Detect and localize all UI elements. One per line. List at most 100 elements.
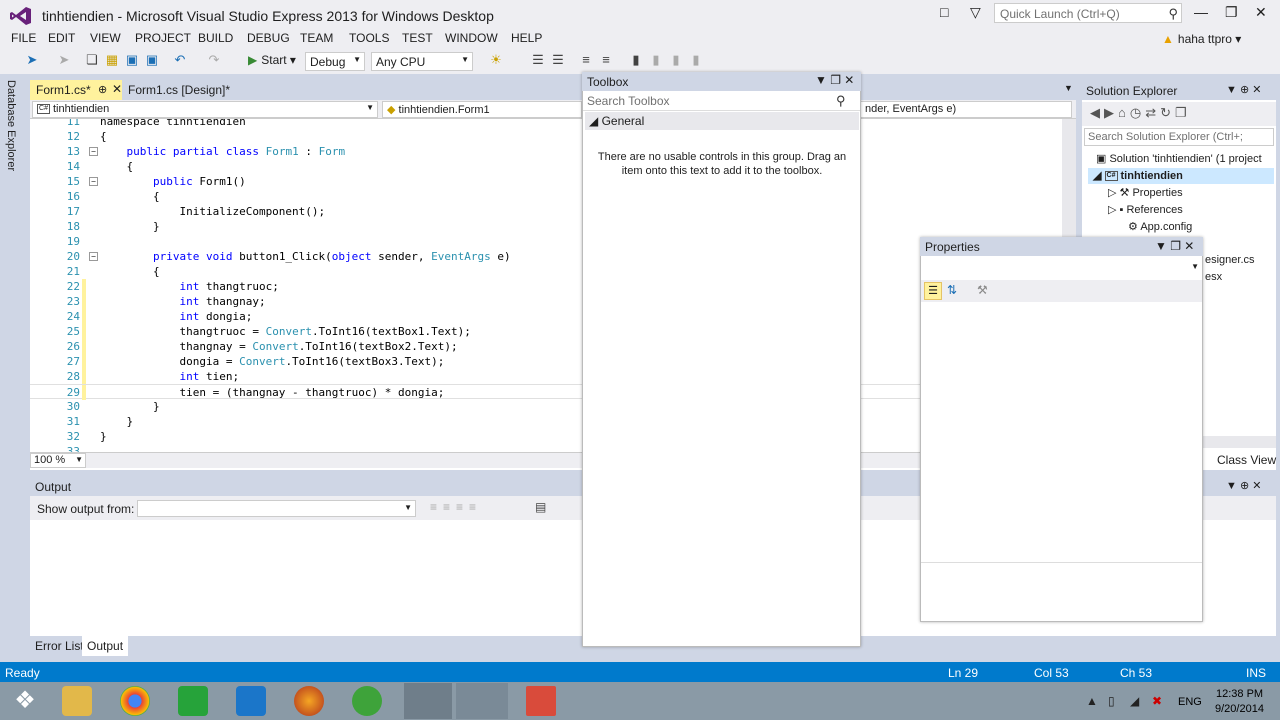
menu-test[interactable]: TEST [402, 31, 433, 45]
tab-class-view[interactable]: Class View [1217, 453, 1276, 467]
solution-explorer-controls[interactable]: ▼ ⊕ ✕ [1226, 83, 1261, 96]
app-icon[interactable] [352, 686, 382, 716]
tab-overflow-icon[interactable]: ▼ [1064, 83, 1073, 93]
tab-form1-cs[interactable]: Form1.cs* ⊕ ✕ [30, 80, 122, 100]
prev-bookmark-icon[interactable]: ▮ [648, 52, 664, 68]
undo-icon[interactable]: ↶ [172, 52, 188, 68]
windows-start-icon[interactable]: ❖ [10, 686, 40, 716]
menu-edit[interactable]: EDIT [48, 31, 75, 45]
project-nav-select[interactable]: C# tinhtiendien ▼ [32, 101, 378, 118]
clock-time[interactable]: 12:38 PM [1216, 688, 1263, 700]
menu-debug[interactable]: DEBUG [247, 31, 290, 45]
file-explorer-icon[interactable] [62, 686, 92, 716]
tree-item-references[interactable]: ▷ ▪ References [1108, 203, 1183, 216]
unikey-icon[interactable] [526, 686, 556, 716]
obs-icon[interactable] [404, 683, 452, 719]
firefox-icon[interactable] [294, 686, 324, 716]
tray-expand-icon[interactable]: ▲ [1086, 694, 1098, 708]
word-wrap-icon[interactable]: ▤ [535, 500, 546, 514]
platform-select[interactable]: Any CPU ▼ [371, 52, 473, 71]
database-explorer-tab[interactable]: Database Explorer [5, 80, 17, 171]
notification-icon[interactable]: □ [940, 4, 948, 20]
menu-team[interactable]: TEAM [300, 31, 333, 45]
comment-icon[interactable]: ☰ [530, 52, 546, 68]
tab-output[interactable]: Output [82, 636, 129, 656]
redo-icon[interactable]: ↷ [206, 52, 222, 68]
feedback-filter-icon[interactable]: ▽ [970, 4, 981, 21]
properties-object-select[interactable]: ▼ [921, 257, 1202, 278]
chrome-icon[interactable] [120, 686, 150, 716]
next-bookmark-icon[interactable]: ▮ [668, 52, 684, 68]
save-all-icon[interactable]: ▣ [144, 52, 160, 68]
start-debugging-button[interactable]: ▶ Start ▾ [248, 53, 296, 67]
network-icon[interactable]: ◢ [1130, 694, 1139, 708]
solution-explorer-title: Solution Explorer [1086, 84, 1178, 98]
zoom-select[interactable]: 100 % ▼ [30, 453, 86, 468]
language-indicator[interactable]: ENG [1178, 696, 1202, 708]
code-line: 32} [66, 430, 107, 443]
class-nav-select[interactable]: ◆ tinhtiendien.Form1 [382, 101, 582, 118]
properties-description [921, 562, 1202, 621]
tab-form1-design[interactable]: Form1.cs [Design]* [122, 80, 252, 100]
find-icon[interactable]: ☀ [488, 52, 504, 68]
output-toolbar-icons[interactable]: ≡≡≡≡ [430, 500, 482, 514]
menu-view[interactable]: VIEW [90, 31, 121, 45]
clock-date[interactable]: 9/20/2014 [1215, 703, 1264, 715]
uncomment-icon[interactable]: ☰ [550, 52, 566, 68]
visual-studio-logo-icon [10, 7, 31, 25]
tree-item-project[interactable]: ◢ C# tinhtiendien [1093, 169, 1183, 182]
navigate-forward-icon[interactable]: ➤ [56, 52, 72, 68]
menu-tools[interactable]: TOOLS [349, 31, 389, 45]
code-line: 30 } [66, 400, 160, 413]
new-project-icon[interactable]: ❏ [84, 52, 100, 68]
navigate-back-icon[interactable]: ➤ [24, 52, 40, 68]
alphabetical-icon[interactable]: ⇅ [947, 283, 957, 297]
open-file-icon[interactable]: ▦ [104, 52, 120, 68]
property-pages-icon[interactable]: ⚒ [977, 283, 988, 297]
visual-studio-taskbar-icon[interactable] [456, 683, 508, 719]
menu-build[interactable]: BUILD [198, 31, 233, 45]
code-line: 11 namespace tinhtiendien [66, 119, 246, 128]
outdent-icon[interactable]: ≡ [598, 52, 614, 68]
menu-window[interactable]: WINDOW [445, 31, 498, 45]
store-icon[interactable] [178, 686, 208, 716]
tree-item-properties[interactable]: ▷ ⚒ Properties [1108, 186, 1183, 199]
output-window-controls[interactable]: ▼ ⊕ ✕ [1226, 479, 1261, 492]
toolbox-search-input[interactable]: Search Toolbox [583, 91, 860, 111]
solution-explorer-toolbar[interactable]: ◀▶⌂◷⇄↻❐ [1082, 102, 1276, 126]
save-icon[interactable]: ▣ [124, 52, 140, 68]
tree-item-solution[interactable]: ▣ Solution 'tinhtiendien' (1 project [1096, 152, 1262, 165]
minimize-icon[interactable]: — [1194, 4, 1208, 20]
toolbox-controls[interactable]: ▼ ❐ ✕ [815, 73, 854, 87]
close-icon[interactable]: ✕ [112, 82, 122, 96]
solution-search-input[interactable]: Search Solution Explorer (Ctrl+; [1084, 128, 1274, 146]
chevron-down-icon: ▼ [1191, 262, 1199, 271]
toolbox-group-general[interactable]: ◢ General [585, 112, 859, 130]
code-text-area[interactable]: 11 namespace tinhtiendien 12{ 13− public … [30, 119, 1062, 452]
maxthon-icon[interactable] [236, 686, 266, 716]
show-output-select[interactable]: ▼ [137, 500, 416, 517]
tree-item-resx[interactable]: esx [1205, 271, 1222, 283]
indent-icon[interactable]: ≡ [578, 52, 594, 68]
quick-launch-input[interactable]: Quick Launch (Ctrl+Q) ⚲ [994, 3, 1182, 23]
restore-icon[interactable]: ❐ [1225, 4, 1238, 21]
menu-help[interactable]: HELP [511, 31, 542, 45]
menu-project[interactable]: PROJECT [135, 31, 191, 45]
menu-file[interactable]: FILE [11, 31, 36, 45]
search-icon[interactable]: ⚲ [836, 93, 846, 109]
battery-icon: ▯ [1108, 694, 1115, 708]
user-account[interactable]: ▲ haha ttpro ▾ [1162, 32, 1241, 46]
pin-icon[interactable]: ⊕ [98, 83, 107, 96]
volume-muted-icon[interactable]: ✖ [1152, 694, 1162, 708]
tree-item-designer[interactable]: esigner.cs [1205, 254, 1255, 266]
categorized-icon[interactable]: ☰ [924, 282, 942, 300]
bookmark-icon[interactable]: ▮ [628, 52, 644, 68]
member-nav-select[interactable]: nder, EventArgs e) [860, 101, 1072, 118]
tree-item-app-config[interactable]: ⚙ App.config [1128, 220, 1192, 233]
tab-error-list[interactable]: Error List [30, 636, 89, 656]
clear-bookmarks-icon[interactable]: ▮ [688, 52, 704, 68]
properties-controls[interactable]: ▼ ❐ ✕ [1155, 239, 1194, 253]
solution-config-select[interactable]: Debug ▼ [305, 52, 365, 71]
close-window-icon[interactable]: ✕ [1255, 4, 1267, 21]
solution-icon: ▣ [1096, 153, 1110, 165]
